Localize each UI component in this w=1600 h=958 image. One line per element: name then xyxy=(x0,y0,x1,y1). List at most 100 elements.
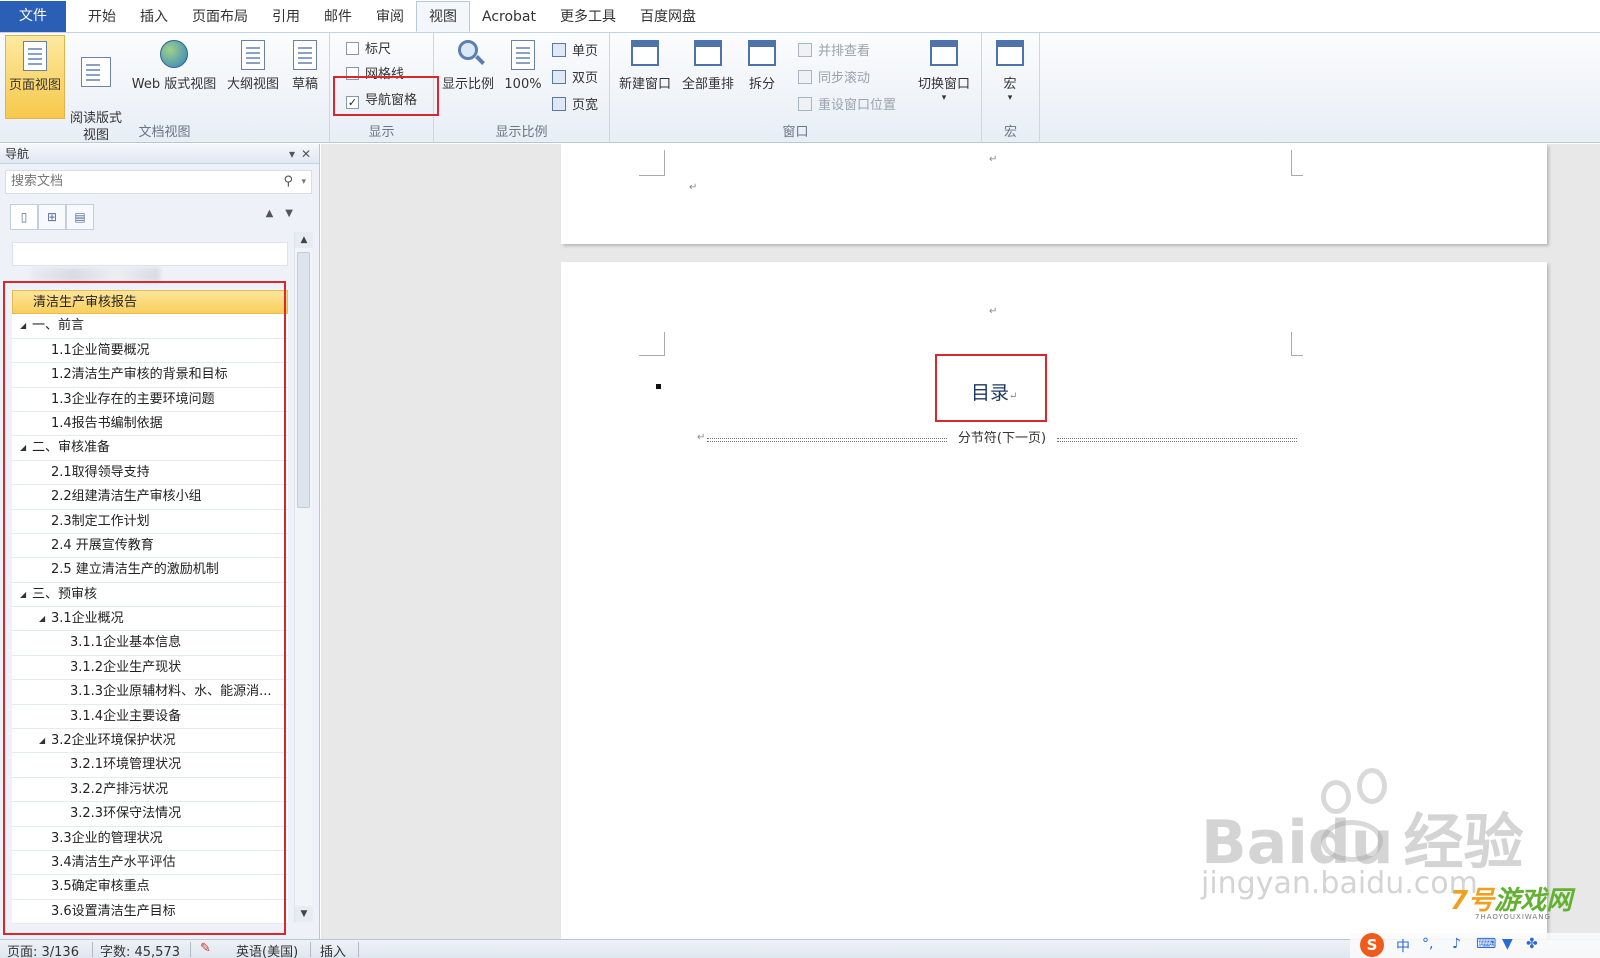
new-window-button[interactable]: 新建窗口 xyxy=(614,35,676,119)
browse-headings-tab[interactable]: ▯ xyxy=(10,204,38,230)
outline-blank-row xyxy=(12,242,288,266)
scrollbar-thumb[interactable] xyxy=(297,252,310,508)
microphone-icon[interactable]: ♪ xyxy=(1452,936,1461,952)
skin-shirt-icon[interactable]: ▼ xyxy=(1502,936,1513,952)
tab-mailings[interactable]: 邮件 xyxy=(312,2,364,32)
web-layout-button[interactable]: Web 版式视图 xyxy=(127,35,221,119)
crop-mark xyxy=(639,332,665,356)
menu-bar: 文件 开始 插入 页面布局 引用 邮件 审阅 视图 Acrobat 更多工具 百… xyxy=(0,0,1600,33)
group-window: 新建窗口 全部重排 拆分 并排查看 同步滚动 重设窗口位置 切换窗口 ▾ 窗口 xyxy=(610,33,982,143)
keyboard-icon[interactable]: ⌨ xyxy=(1476,936,1496,952)
page-width-button[interactable]: 页宽 xyxy=(552,94,598,113)
pane-options-dropdown-icon[interactable]: ▾ xyxy=(289,144,295,164)
split-button[interactable]: 拆分 xyxy=(740,35,784,119)
sogou-ime-icon[interactable]: S xyxy=(1360,933,1384,957)
red-annotation-outline xyxy=(3,281,286,935)
reading-layout-icon xyxy=(80,57,112,89)
tab-more-tools[interactable]: 更多工具 xyxy=(548,2,628,32)
navigation-pane-title: 导航 xyxy=(5,147,30,161)
macro-icon xyxy=(994,40,1026,72)
close-icon[interactable]: ✕ xyxy=(301,144,311,164)
word-count[interactable]: 字数: 45,573 xyxy=(100,941,180,958)
full-screen-reading-button[interactable]: 阅读版式 视图 xyxy=(66,35,126,143)
tab-acrobat[interactable]: Acrobat xyxy=(470,2,548,32)
print-layout-button[interactable]: 页面视图 xyxy=(5,35,65,119)
switch-windows-button[interactable]: 切换窗口 ▾ xyxy=(912,35,976,119)
draft-view-button[interactable]: 草稿 xyxy=(285,35,325,119)
crop-mark xyxy=(1291,150,1303,176)
scroll-up-icon[interactable]: ▲ xyxy=(295,232,313,248)
sync-scroll-icon xyxy=(798,70,812,84)
scroll-down-icon[interactable]: ▼ xyxy=(295,906,313,922)
split-icon xyxy=(746,40,778,72)
chevron-down-icon: ▾ xyxy=(1007,93,1013,103)
proofing-icon[interactable]: ✎ xyxy=(200,941,211,956)
status-separator xyxy=(190,942,191,957)
page-count[interactable]: 页面: 3/136 xyxy=(7,941,79,958)
tab-home[interactable]: 开始 xyxy=(76,2,128,32)
crop-mark xyxy=(1291,332,1303,356)
browse-pages-tab[interactable]: ⊞ xyxy=(38,204,66,230)
switch-windows-icon xyxy=(928,40,960,72)
reset-window-position-button[interactable]: 重设窗口位置 xyxy=(798,94,896,113)
tab-page-layout[interactable]: 页面布局 xyxy=(180,2,260,32)
view-side-by-side-button[interactable]: 并排查看 xyxy=(798,40,870,59)
ruler-checkbox[interactable]: 标尺 xyxy=(346,38,391,57)
tab-references[interactable]: 引用 xyxy=(260,2,312,32)
globe-icon xyxy=(158,40,190,72)
section-break[interactable]: 分节符(下一页) xyxy=(707,431,1297,446)
tab-insert[interactable]: 插入 xyxy=(128,2,180,32)
two-pages-button[interactable]: 双页 xyxy=(552,67,598,86)
paragraph-mark-icon: ↵ xyxy=(689,182,698,193)
status-separator xyxy=(92,942,93,957)
one-page-button[interactable]: 单页 xyxy=(552,40,598,59)
headings-icon: ▯ xyxy=(20,210,28,224)
macros-button[interactable]: 宏 ▾ xyxy=(987,35,1033,119)
insert-mode-indicator[interactable]: 插入 xyxy=(320,941,346,958)
search-options-dropdown-icon[interactable]: ▾ xyxy=(301,171,306,193)
crop-mark xyxy=(639,150,665,176)
section-break-line-left xyxy=(707,438,947,442)
reset-position-icon xyxy=(798,97,812,111)
previous-heading-icon[interactable]: ▲ xyxy=(266,208,286,219)
tab-baidu-netdisk[interactable]: 百度网盘 xyxy=(628,2,708,32)
page-width-icon xyxy=(552,97,566,111)
search-document-input[interactable]: 搜索文档 ⚲ ▾ xyxy=(5,170,312,194)
tab-file[interactable]: 文件 xyxy=(0,1,66,32)
page-2-bottom[interactable]: ↵ ↵ xyxy=(561,144,1547,244)
ime-language-toggle[interactable]: 中 xyxy=(1396,936,1410,956)
navigation-pane-header: 导航 ▾ ✕ xyxy=(0,144,319,164)
site-logo-number: 7号 xyxy=(1450,886,1495,916)
zoom-100-button[interactable]: 100% xyxy=(500,35,546,119)
draft-icon xyxy=(289,40,321,72)
red-annotation-navigation-pane xyxy=(333,76,439,116)
new-window-icon xyxy=(629,40,661,72)
synchronous-scrolling-button[interactable]: 同步滚动 xyxy=(798,67,870,86)
arrange-all-icon xyxy=(692,40,724,72)
group-label-document-views: 文档视图 xyxy=(138,125,191,140)
outline-view-button[interactable]: 大纲视图 xyxy=(222,35,284,119)
arrange-all-button[interactable]: 全部重排 xyxy=(677,35,739,119)
tab-view[interactable]: 视图 xyxy=(416,1,470,32)
blurred-heading xyxy=(30,268,160,282)
group-macros: 宏 ▾ 宏 xyxy=(982,33,1040,143)
group-label-show: 显示 xyxy=(368,125,395,140)
ruler-checkbox-box xyxy=(346,42,359,55)
group-label-macros: 宏 xyxy=(1003,125,1017,140)
language-indicator[interactable]: 英语(美国) xyxy=(236,941,298,958)
outline-scrollbar[interactable]: ▲ ▼ xyxy=(294,232,313,922)
tab-review[interactable]: 审阅 xyxy=(364,2,416,32)
search-placeholder: 搜索文档 xyxy=(11,174,64,189)
next-heading-icon[interactable]: ▼ xyxy=(285,208,305,219)
group-document-views: 页面视图 阅读版式 视图 Web 版式视图 大纲视图 草稿 文档视图 xyxy=(0,33,330,143)
paragraph-mark-icon: ↵ xyxy=(697,432,706,443)
browse-results-tab[interactable]: ▤ xyxy=(66,204,94,230)
zoom-button[interactable]: 显示比例 xyxy=(438,35,498,119)
bullet-marker xyxy=(656,384,661,389)
status-separator xyxy=(310,942,311,957)
ime-punctuation-toggle[interactable]: °, xyxy=(1422,936,1433,952)
search-icon[interactable]: ⚲ xyxy=(283,171,293,193)
site-logo-watermark: 7号游戏网 xyxy=(1450,880,1572,917)
toolbox-icon[interactable]: ✤ xyxy=(1526,936,1538,952)
baidu-domain-watermark: jingyan.baidu.com xyxy=(1201,866,1478,901)
